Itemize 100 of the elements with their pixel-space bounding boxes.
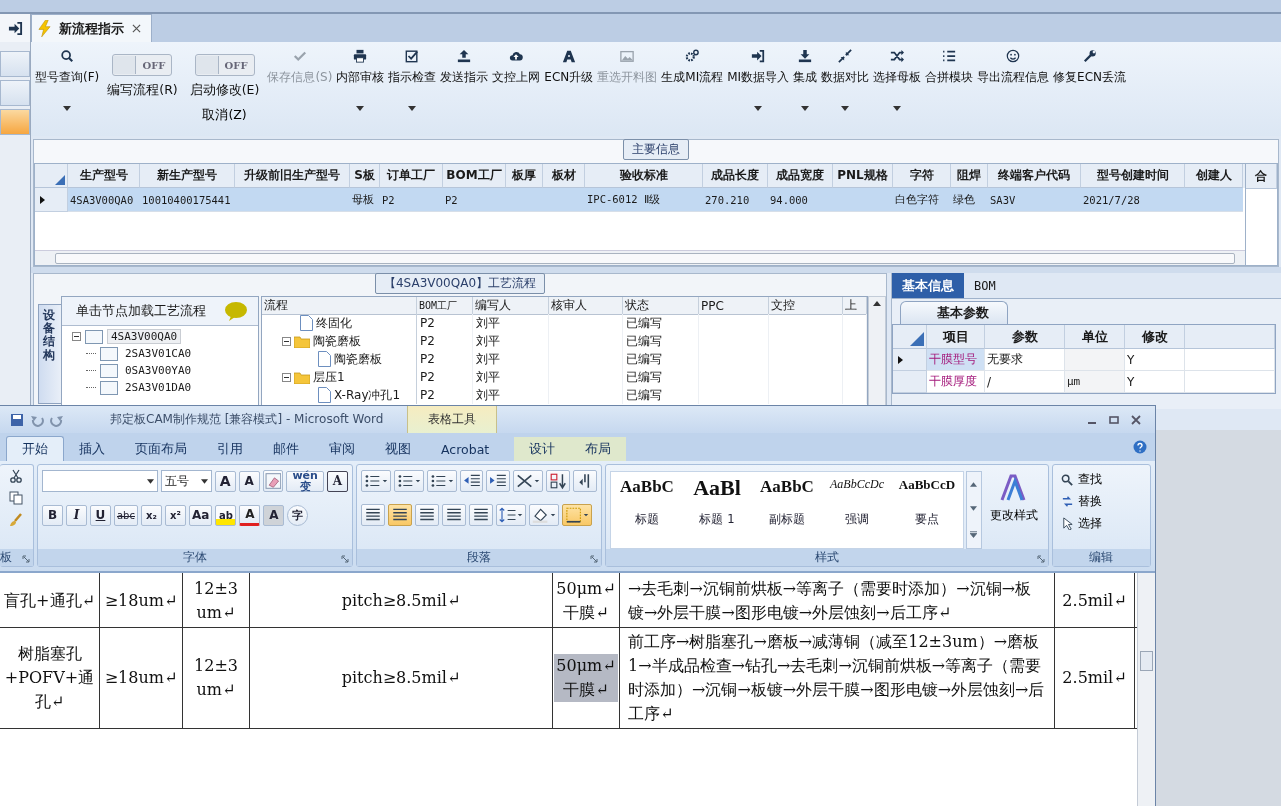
toolbar-button[interactable]: 选择母板 xyxy=(871,46,924,114)
help-icon[interactable] xyxy=(1133,440,1147,454)
align-icon[interactable] xyxy=(442,504,466,526)
format-button[interactable]: x² xyxy=(164,504,186,526)
tree-node[interactable]: 4SA3V00QA0 xyxy=(107,329,182,344)
table-row[interactable]: 4SA3V00QA0 10010400175441 母板 P2 P2 IPC-6012 Ⅱ级 270.210 94.000 白色字符 绿色 SA3V 2021/7/28 xyxy=(35,188,1245,212)
tree-row[interactable]: 终固化 P2 刘平 已编写 xyxy=(262,314,867,332)
table-row[interactable]: 干膜型号 无要求 Y xyxy=(893,349,1275,371)
editing-button[interactable]: 替换 xyxy=(1059,492,1144,511)
column-header[interactable]: 文控 xyxy=(769,297,843,315)
toolbar-button[interactable]: 生成MI流程 xyxy=(659,46,726,89)
close-icon[interactable] xyxy=(1131,414,1141,425)
editing-button[interactable]: 查找 xyxy=(1059,470,1144,489)
ribbon-tab[interactable]: 设计 xyxy=(514,437,571,461)
collapse-icon[interactable] xyxy=(72,332,81,341)
increase-indent-icon[interactable] xyxy=(486,470,511,492)
column-header[interactable]: 参数 xyxy=(985,325,1065,349)
toolbar-button[interactable]: 文控上网 xyxy=(490,46,543,89)
launcher-icon[interactable] xyxy=(1037,555,1045,563)
launcher-icon[interactable] xyxy=(590,555,598,563)
vertical-tab[interactable]: 设备结构 xyxy=(38,304,61,404)
format-button[interactable]: x₂ xyxy=(140,504,162,526)
maximize-icon[interactable] xyxy=(1109,414,1119,425)
panel-tab[interactable]: BOM xyxy=(964,273,1006,298)
toolbar-button[interactable]: 型号查询(F) xyxy=(33,46,102,114)
ribbon-tab[interactable]: 视图 xyxy=(370,437,426,461)
table-row[interactable]: 干膜厚度 / μm Y xyxy=(893,371,1275,393)
tree-row[interactable]: X-Ray冲孔1 P2 刘平 已编写 xyxy=(262,386,867,404)
brush-icon[interactable] xyxy=(9,513,24,527)
align-icon[interactable] xyxy=(388,504,412,526)
column-header[interactable]: 编写人 xyxy=(473,297,549,315)
caret-icon[interactable] xyxy=(200,478,208,484)
close-icon[interactable] xyxy=(132,24,141,33)
toolbar-button[interactable]: 发送指示 xyxy=(438,46,491,89)
format-button[interactable]: 字 xyxy=(287,504,309,526)
vertical-scrollbar[interactable] xyxy=(868,296,886,408)
ribbon-tab[interactable]: Acrobat xyxy=(426,437,505,461)
toggle-switch[interactable]: OFF xyxy=(112,54,173,76)
scissors-icon[interactable] xyxy=(9,469,24,483)
font-name-field[interactable] xyxy=(42,470,158,492)
format-button[interactable]: I xyxy=(66,504,87,526)
format-button[interactable]: A xyxy=(239,504,261,526)
scroll-up-icon[interactable] xyxy=(873,301,881,306)
horizontal-scrollbar[interactable] xyxy=(35,250,1245,265)
align-icon[interactable] xyxy=(469,504,493,526)
toolbar-button[interactable]: 内部审核 xyxy=(334,46,387,114)
align-icon[interactable] xyxy=(361,504,385,526)
tree-node[interactable]: 0SA3V00YA0 xyxy=(122,364,195,377)
ribbon-tab[interactable]: 引用 xyxy=(202,437,258,461)
phonetic-guide-button[interactable]: wén变 xyxy=(286,470,324,492)
ribbon-tab[interactable]: 审阅 xyxy=(314,437,370,461)
scroll-up-icon[interactable] xyxy=(970,481,978,487)
column-header[interactable]: BOM工厂 xyxy=(417,297,473,315)
list-icon[interactable] xyxy=(393,470,424,492)
column-header[interactable]: 修改 xyxy=(1125,325,1185,349)
expand-icon[interactable] xyxy=(970,531,978,539)
toolbar-button[interactable]: 数据对比 xyxy=(819,46,872,114)
column-header[interactable]: 核审人 xyxy=(549,297,623,315)
scroll-down-icon[interactable] xyxy=(970,506,978,512)
toolbar-button[interactable]: MI数据导入 xyxy=(725,46,792,114)
launcher-icon[interactable] xyxy=(22,555,30,563)
tree-row[interactable]: 层压1 P2 刘平 已编写 xyxy=(262,368,867,386)
list-icon[interactable] xyxy=(361,470,391,492)
panel-tab[interactable]: 基本参数 xyxy=(900,301,1008,324)
toolbar-button[interactable]: 指示检查 xyxy=(386,46,439,114)
column-header[interactable]: 合 xyxy=(1246,164,1277,189)
vertical-scrollbar[interactable] xyxy=(1137,573,1155,806)
toggle-switch[interactable]: OFF xyxy=(194,54,255,76)
list-icon[interactable] xyxy=(426,470,457,492)
change-styles-button[interactable]: 更改样式 xyxy=(984,471,1044,549)
distribute-icon[interactable] xyxy=(513,470,544,492)
sort-icon[interactable] xyxy=(546,470,571,492)
column-header[interactable]: 上 xyxy=(843,297,867,315)
ribbon-tab[interactable]: 插入 xyxy=(64,437,120,461)
launcher-icon[interactable] xyxy=(341,555,349,563)
shading-icon[interactable] xyxy=(529,504,559,526)
editing-button[interactable]: 选择 xyxy=(1059,514,1144,533)
toolbar-button[interactable]: 导出流程信息 xyxy=(975,46,1052,89)
panel-tab[interactable]: 基本信息 xyxy=(892,273,964,298)
format-button[interactable]: A xyxy=(263,504,285,526)
ribbon-tab[interactable]: 邮件 xyxy=(258,437,314,461)
ribbon-tab[interactable]: 开始 xyxy=(6,436,64,461)
toolbar-button[interactable]: 集成 xyxy=(791,46,820,114)
line-spacing-icon[interactable] xyxy=(496,504,526,526)
collapse-icon[interactable] xyxy=(282,336,291,346)
cancel-button[interactable]: 取消(Z) xyxy=(198,105,251,126)
format-button[interactable]: ab xyxy=(215,504,237,526)
save-icon[interactable] xyxy=(10,412,24,427)
format-button[interactable]: U xyxy=(90,504,111,526)
column-header[interactable]: PPC xyxy=(699,297,769,315)
tree-row[interactable]: 陶瓷磨板 P2 刘平 已编写 xyxy=(262,332,867,350)
column-header[interactable]: 状态 xyxy=(623,297,699,315)
tree-node[interactable]: 2SA3V01DA0 xyxy=(122,381,195,394)
decrease-indent-icon[interactable] xyxy=(459,470,484,492)
collapse-icon[interactable] xyxy=(282,372,291,382)
column-header[interactable]: 流程 xyxy=(262,297,417,315)
align-icon[interactable] xyxy=(415,504,439,526)
toolbar-button[interactable]: 合拼模块 xyxy=(923,46,976,89)
tree-node[interactable]: 2SA3V01CA0 xyxy=(122,347,195,360)
format-button[interactable]: B xyxy=(42,504,63,526)
